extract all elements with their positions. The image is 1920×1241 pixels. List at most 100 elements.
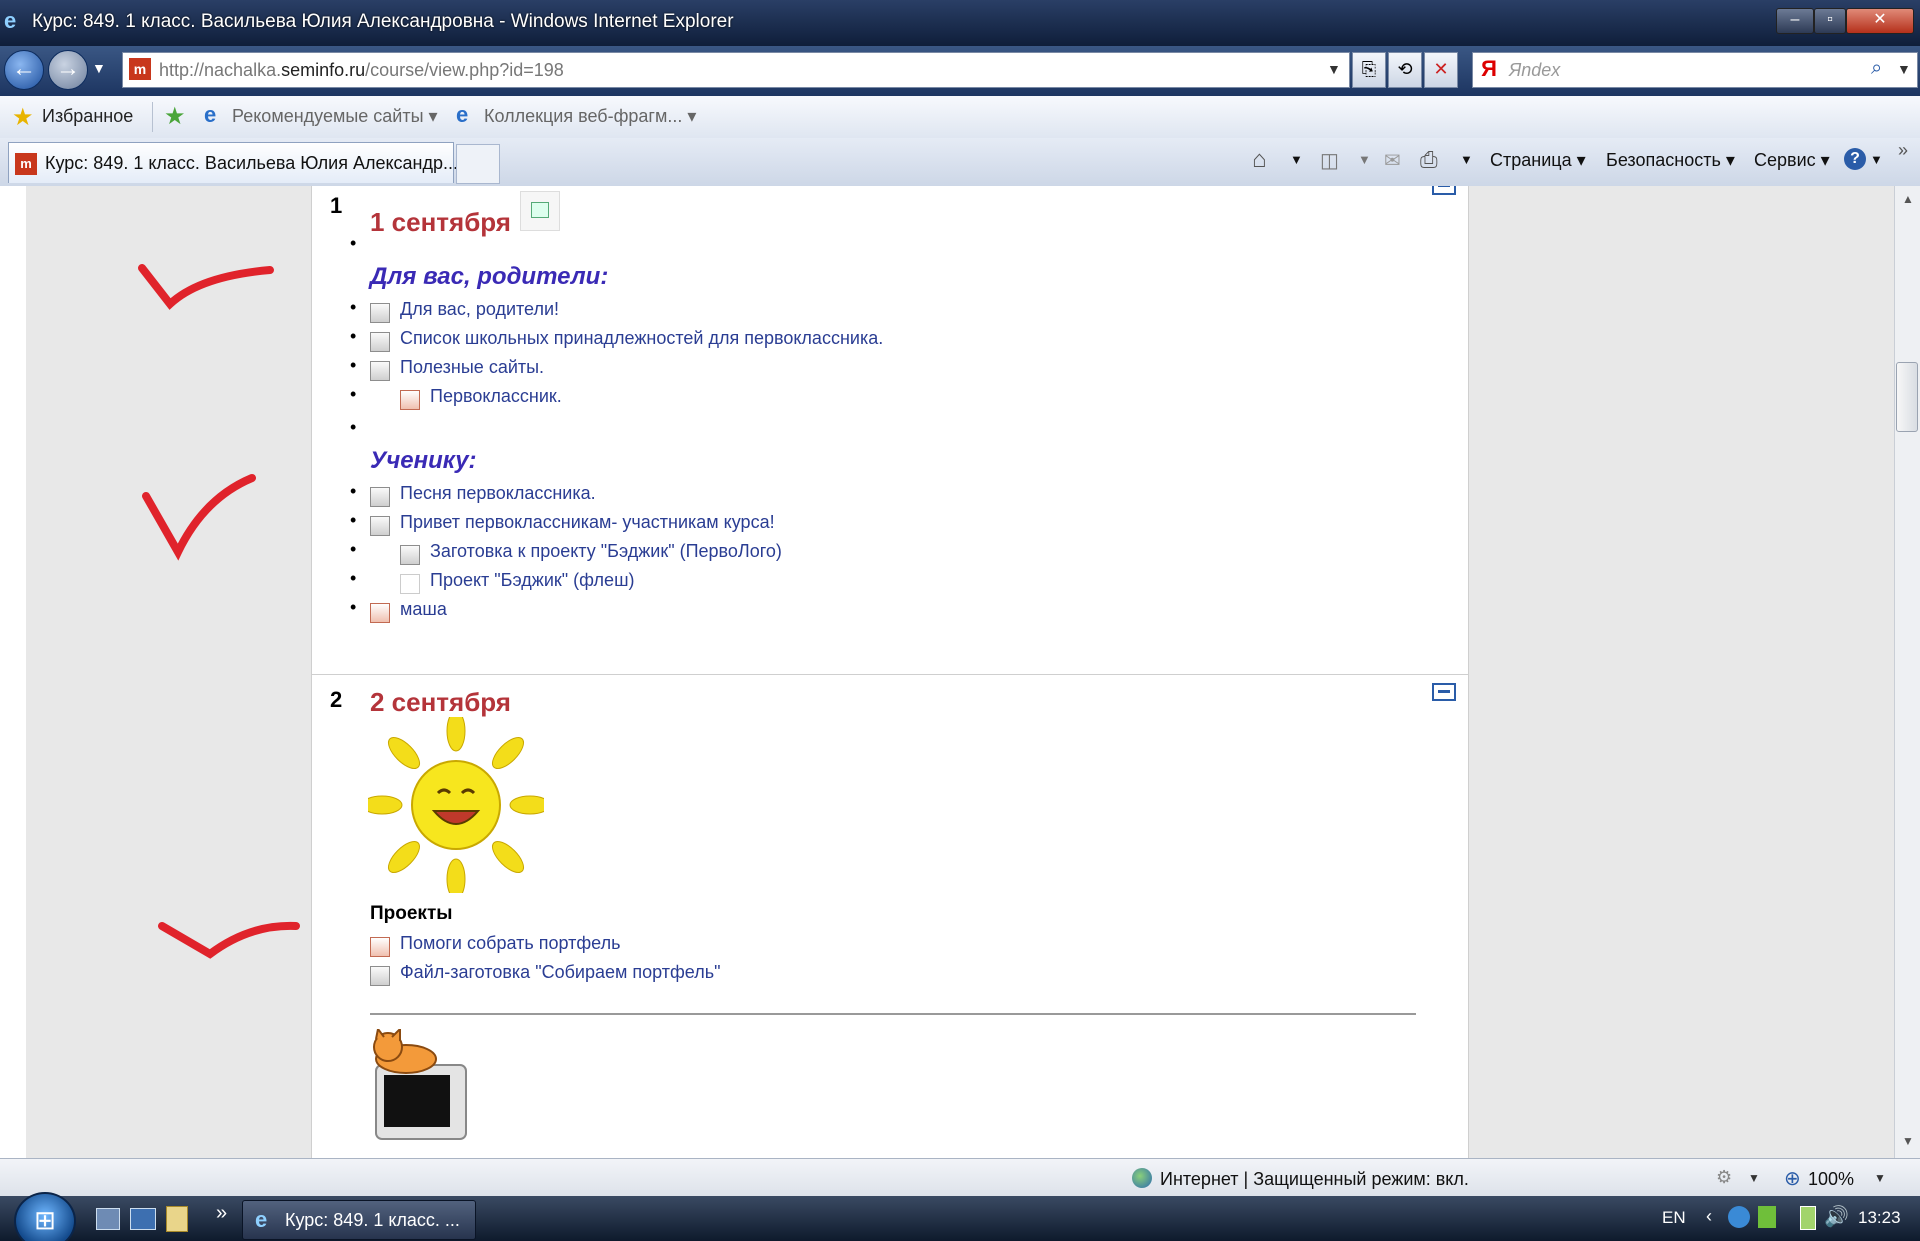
favbar-divider [152,102,153,132]
checkmark-3-stroke [158,921,300,959]
back-button[interactable]: ← [4,50,44,90]
explorer-icon[interactable] [166,1206,188,1232]
more-tools-icon[interactable]: » [1898,140,1908,161]
ie-logo-icon: e [4,8,17,33]
search-dropdown-icon[interactable]: ▼ [1897,61,1911,77]
section-2: 2 2 сентября Проекты Помоги собрать порт… [311,674,1469,1158]
cat-computer-image [373,1029,467,1140]
favorites-star-icon: ★ [12,104,34,131]
close-window-button[interactable]: ✕ [1846,8,1914,34]
resource-link[interactable]: Привет первоклассникам- участникам курса… [400,512,775,533]
resource-link[interactable]: Полезные сайты. [400,357,544,378]
mail-icon[interactable]: ✉ [1384,148,1401,173]
bullet: • [350,355,357,375]
security-zone-text[interactable]: Интернет | Защищенный режим: вкл. [1160,1169,1469,1190]
address-bar[interactable]: m http://nachalka.seminfo.ru/course/view… [122,52,1350,88]
tray-expand-icon[interactable]: ‹ [1706,1206,1712,1227]
address-url[interactable]: http://nachalka.seminfo.ru/course/view.p… [159,60,564,81]
resource-link[interactable]: Файл-заготовка "Собираем портфель" [400,962,720,983]
help-dropdown-icon[interactable]: ▼ [1870,152,1883,167]
popup-blocker-icon[interactable]: ⚙ [1716,1167,1732,1188]
search-box[interactable]: Я Яndex ⌕ ▼ [1472,52,1918,88]
section-date: 1 сентября [370,207,511,237]
network-icon[interactable] [1758,1206,1776,1228]
resource-link[interactable]: Проект "Бэджик" (флеш) [430,570,635,591]
new-tab-button[interactable] [456,144,500,184]
page-content: 1 1 сентября • Для вас, родители: • Для … [0,186,1894,1158]
add-favorite-icon[interactable]: ★ [164,102,186,131]
print-dropdown-icon[interactable]: ▼ [1460,152,1473,167]
sun-ray [509,795,544,815]
security-menu[interactable]: Безопасность ▾ [1606,150,1735,171]
vertical-scrollbar[interactable]: ▲ ▼ [1894,186,1920,1158]
compatibility-view-icon[interactable]: ⎘ [1352,52,1386,88]
zoom-level[interactable]: 100% [1808,1169,1854,1190]
collapse-section-1-icon[interactable] [1432,186,1456,195]
bullet: • [350,297,357,317]
resource-link[interactable]: Список школьных принадлежностей для перв… [400,328,883,349]
sun-ray [387,736,421,770]
favbar-item-recommended[interactable]: Рекомендуемые сайты ▾ [232,106,438,127]
home-icon[interactable]: ⌂ [1252,146,1267,174]
collapse-section-2-icon[interactable] [1432,683,1456,701]
history-dropdown-icon[interactable]: ▼ [92,60,106,76]
resource-link[interactable]: Заготовка к проекту "Бэджик" (ПервоЛого) [430,541,782,562]
address-dropdown-icon[interactable]: ▼ [1327,61,1341,77]
zoom-dropdown-icon[interactable]: ▼ [1874,1171,1886,1185]
tab-bar: m Курс: 849. 1 класс. Васильева Юлия Але… [0,138,1920,187]
resource-link[interactable]: Для вас, родители! [400,299,559,320]
favorites-button[interactable]: Избранное [42,106,133,127]
ie-page-icon: e [204,102,217,127]
section-number: 2 [330,687,343,712]
edit-summary-button[interactable] [520,191,560,231]
home-dropdown-icon[interactable]: ▼ [1290,152,1303,167]
scrollbar-thumb[interactable] [1896,362,1918,432]
scroll-up-icon[interactable]: ▲ [1902,192,1914,206]
bullet: • [350,233,357,253]
taskbar-ie-window[interactable]: e Курс: 849. 1 класс. ... [242,1200,476,1240]
popup-dropdown-icon[interactable]: ▼ [1748,1171,1760,1185]
tab-favicon: m [15,153,37,175]
volume-icon[interactable]: 🔊 [1824,1204,1849,1229]
stop-icon[interactable]: ✕ [1424,52,1458,88]
resource-link[interactable]: Помоги собрать портфель [400,933,620,954]
battery-icon[interactable] [1800,1206,1816,1230]
sun-ray [387,840,421,874]
forward-button[interactable]: → [48,50,88,90]
print-icon[interactable]: ⎙ [1420,147,1438,173]
minimize-button[interactable]: – [1776,8,1814,34]
resource-link[interactable]: Первоклассник. [430,386,562,407]
tab-course[interactable]: m Курс: 849. 1 класс. Васильева Юлия Але… [8,142,458,183]
feeds-icon[interactable]: ◫ [1320,148,1339,173]
checkmark-3 [158,921,300,959]
resource-link[interactable]: маша [400,599,447,620]
checkmark-1-stroke [138,264,274,310]
tray-app-icon[interactable] [1728,1206,1750,1228]
favbar-item-web-slices[interactable]: Коллекция веб-фрагм... ▾ [484,106,696,127]
scroll-down-icon[interactable]: ▼ [1902,1134,1914,1148]
resource-link[interactable]: Песня первоклассника. [400,483,596,504]
sun-ray [491,840,525,874]
sun-ray [491,736,525,770]
switch-windows-icon[interactable] [130,1208,156,1230]
flash-icon [400,574,420,594]
feeds-dropdown-icon[interactable]: ▼ [1358,152,1371,167]
maximize-button[interactable]: ▫ [1814,8,1846,34]
file-icon [370,487,390,507]
refresh-icon[interactable]: ⟲ [1388,52,1422,88]
tools-menu[interactable]: Сервис ▾ [1754,150,1830,171]
checkmark-2-stroke [142,474,256,561]
bullet: • [350,597,357,617]
start-button[interactable]: ⊞ [14,1192,76,1241]
web-page-icon [400,390,420,410]
page-menu[interactable]: Страница ▾ [1490,150,1586,171]
search-icon[interactable]: ⌕ [1871,57,1882,80]
tab-title: Курс: 849. 1 класс. Васильева Юлия Алекс… [45,153,459,173]
quicklaunch-more-icon[interactable]: » [216,1202,227,1225]
bullet: • [350,481,357,501]
web-page-icon [370,937,390,957]
language-indicator[interactable]: EN [1662,1208,1686,1228]
help-icon[interactable]: ? [1844,148,1866,170]
show-desktop-icon[interactable] [96,1208,120,1230]
clock[interactable]: 13:23 [1858,1208,1901,1228]
